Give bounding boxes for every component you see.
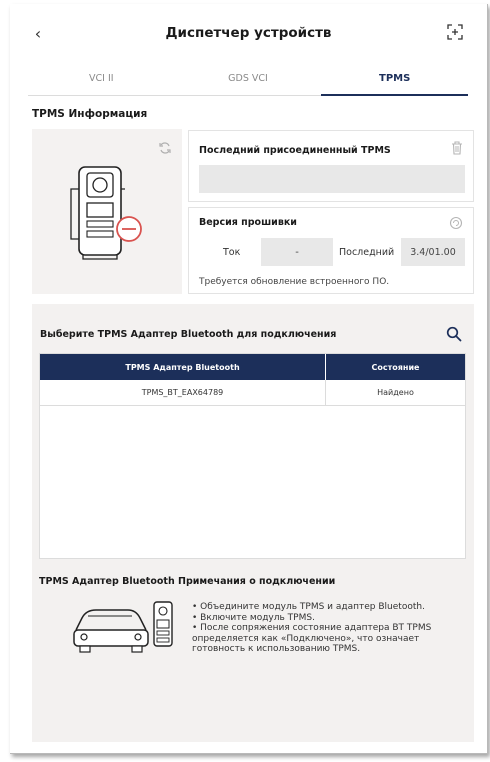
tpms-info-title: TPMS Информация bbox=[32, 108, 148, 120]
notes-title: TPMS Адаптер Bluetooth Примечания о подк… bbox=[39, 576, 336, 587]
device-manager-screen: ‹ Диспетчер устройств VCI II GDS VCI TPM… bbox=[10, 4, 488, 754]
adapter-status-cell: Найдено bbox=[377, 388, 414, 397]
chevron-left-icon: ‹ bbox=[34, 23, 42, 43]
tab-bar: VCI II GDS VCI TPMS bbox=[28, 62, 468, 96]
last-connected-card: Последний присоединенный TPMS bbox=[188, 130, 474, 202]
scan-frame-icon bbox=[447, 24, 463, 40]
firmware-update-note: Требуется обновление встроенного ПО. bbox=[199, 277, 390, 287]
latest-version-value: 3.4/01.00 bbox=[401, 238, 465, 266]
trash-icon[interactable] bbox=[451, 141, 463, 155]
current-version-label: Ток bbox=[223, 247, 241, 258]
update-icon[interactable] bbox=[449, 216, 463, 230]
note-line-1: • Объедините модуль TPMS и адаптер Bluet… bbox=[192, 602, 425, 612]
tab-tpms[interactable]: TPMS bbox=[321, 62, 468, 96]
firmware-label: Версия прошивки bbox=[199, 217, 297, 228]
page-title: Диспетчер устройств bbox=[165, 25, 332, 41]
last-connected-label: Последний присоединенный TPMS bbox=[199, 145, 391, 156]
table-row[interactable]: TPMS_BT_EAX64789 Найдено bbox=[40, 380, 465, 406]
column-header-adapter: TPMS Адаптер Bluetooth bbox=[40, 354, 326, 380]
note-line-3: • После сопряжения состояние адаптера BT… bbox=[192, 623, 432, 654]
notes-list: • Объедините модуль TPMS и адаптер Bluet… bbox=[192, 602, 462, 655]
refresh-icon[interactable] bbox=[158, 141, 172, 155]
tpms-device-icon bbox=[70, 166, 142, 260]
note-line-2: • Включите модуль TPMS. bbox=[192, 612, 315, 623]
back-button[interactable]: ‹ bbox=[28, 22, 48, 44]
tpms-device-card bbox=[32, 129, 182, 294]
current-version-value: - bbox=[261, 238, 333, 266]
tab-gds-vci[interactable]: GDS VCI bbox=[175, 62, 322, 95]
table-header: TPMS Адаптер Bluetooth Состояние bbox=[40, 354, 465, 380]
adapter-table: TPMS Адаптер Bluetooth Состояние TPMS_BT… bbox=[39, 353, 466, 559]
car-with-device-icon bbox=[73, 601, 173, 653]
search-icon[interactable] bbox=[446, 326, 462, 342]
tab-vci-ii[interactable]: VCI II bbox=[28, 62, 175, 95]
latest-version-label: Последний bbox=[339, 247, 395, 258]
header: ‹ Диспетчер устройств bbox=[10, 4, 487, 62]
firmware-card: Версия прошивки Ток - Последний 3.4/01.0… bbox=[188, 207, 474, 294]
last-connected-field bbox=[199, 165, 465, 193]
adapter-name-cell: TPMS_BT_EAX64789 bbox=[40, 380, 326, 405]
adapter-section: Выберите TPMS Адаптер Bluetooth для подк… bbox=[32, 304, 474, 742]
adapter-select-title: Выберите TPMS Адаптер Bluetooth для подк… bbox=[40, 329, 337, 340]
scan-button[interactable] bbox=[445, 22, 465, 42]
column-header-status: Состояние bbox=[371, 362, 420, 372]
